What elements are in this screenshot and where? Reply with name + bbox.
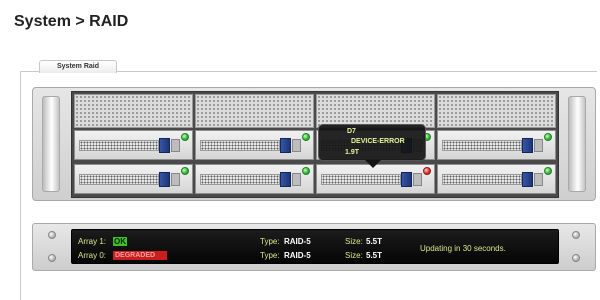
drive-bay-r2-b4[interactable] — [437, 164, 556, 194]
drive-slot — [292, 173, 301, 186]
array-status-badge: DEGRADED — [113, 251, 167, 260]
status-led-icon — [544, 133, 552, 141]
array-status-badge: OK — [113, 237, 127, 246]
array-type-label: Type: — [260, 251, 280, 260]
drive-slot — [292, 139, 301, 152]
drive-grille — [442, 140, 522, 151]
array-size-value: 5.5T — [366, 251, 383, 260]
chassis-left-handle — [42, 96, 60, 192]
tooltip-drive-status: DEVICE-ERROR — [351, 138, 405, 145]
array-type-label: Type: — [260, 237, 280, 246]
drive-slot — [534, 173, 543, 186]
drive-bay-r1-b4[interactable] — [437, 130, 556, 160]
drive-latch — [522, 172, 533, 187]
drive-slot — [413, 173, 422, 186]
vent-panel — [316, 94, 435, 128]
drive-bay-r2-b1[interactable] — [74, 164, 193, 194]
array-status-bar: Array 1: OK Type: RAID-5 Size: 5.5T Arra… — [32, 223, 596, 271]
drive-slot — [534, 139, 543, 152]
status-led-icon — [302, 167, 310, 175]
vent-panel — [195, 94, 314, 128]
vent-panel — [74, 94, 193, 128]
error-led-icon — [423, 167, 431, 175]
drive-slot — [171, 139, 180, 152]
drive-grille — [200, 140, 280, 151]
drive-latch — [159, 138, 170, 153]
drive-grille — [321, 174, 401, 185]
chassis-right-handle — [568, 96, 586, 192]
tooltip-drive-size: 1.9T — [345, 149, 360, 156]
array-size-label: Size: — [345, 237, 363, 246]
array-size-label: Size: — [345, 251, 363, 260]
status-led-icon — [181, 133, 189, 141]
array-size-value: 5.5T — [366, 237, 383, 246]
screw-icon — [572, 231, 580, 239]
drive-slot — [171, 173, 180, 186]
tooltip-arrow — [365, 160, 381, 168]
array-type-value: RAID-5 — [284, 251, 311, 260]
screw-icon — [48, 231, 56, 239]
drive-grille — [442, 174, 522, 185]
drive-latch — [522, 138, 533, 153]
drive-grille — [200, 174, 280, 185]
array-label: Array 1: — [78, 237, 107, 246]
screw-icon — [48, 254, 56, 262]
drive-bay-area — [71, 91, 559, 198]
status-led-icon — [181, 167, 189, 175]
drive-bay-r1-b1[interactable] — [74, 130, 193, 160]
drive-latch — [280, 172, 291, 187]
array-type-value: RAID-5 — [284, 237, 311, 246]
drive-bay-r1-b2[interactable] — [195, 130, 314, 160]
status-led-icon — [544, 167, 552, 175]
tab-system-raid[interactable]: System Raid — [39, 60, 117, 73]
array-label: Array 0: — [78, 251, 107, 260]
drive-latch — [159, 172, 170, 187]
status-led-icon — [302, 133, 310, 141]
drive-bay-r2-b2[interactable] — [195, 164, 314, 194]
server-chassis — [32, 87, 596, 201]
drive-error-tooltip: D7 DEVICE-ERROR 1.9T — [318, 124, 426, 168]
page-title: System > RAID — [14, 13, 129, 30]
drive-latch — [401, 172, 412, 187]
drive-grille — [79, 174, 159, 185]
drive-bay-r2-b3[interactable] — [316, 164, 435, 194]
array-status-display: Array 1: OK Type: RAID-5 Size: 5.5T Arra… — [71, 229, 559, 264]
update-message: Updating in 30 seconds. — [420, 244, 506, 253]
tooltip-drive-id: D7 — [347, 128, 356, 135]
screw-icon — [572, 254, 580, 262]
vent-panel — [437, 94, 556, 128]
drive-latch — [280, 138, 291, 153]
drive-grille — [79, 140, 159, 151]
